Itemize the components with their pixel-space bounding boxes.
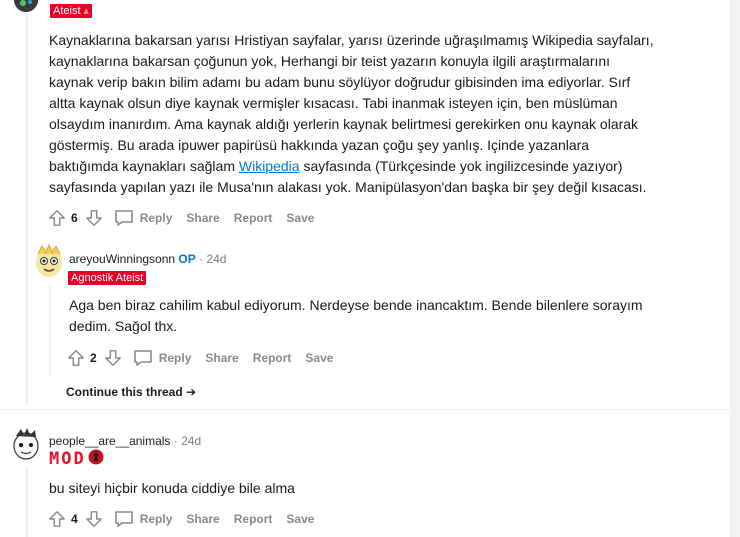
comment-age[interactable]: · 24d	[174, 434, 201, 448]
comment-header: people__are__animals · 24d	[49, 434, 201, 448]
downvote-icon[interactable]	[84, 208, 104, 228]
body-text-segment: sayfasında (Türkçesinde yok ingilizcesin…	[299, 158, 623, 174]
reply-button[interactable]: Reply	[114, 209, 173, 227]
vote-count: 6	[71, 211, 78, 225]
save-button[interactable]: Save	[286, 211, 314, 225]
scrollbar[interactable]	[730, 0, 740, 537]
divider	[0, 409, 730, 410]
arrow-right-icon: ➔	[186, 385, 197, 399]
report-button[interactable]: Report	[234, 211, 273, 225]
downvote-icon[interactable]	[103, 348, 123, 368]
downvote-icon[interactable]	[84, 509, 104, 529]
keyhole-icon	[88, 449, 104, 470]
body-line: göstermiş. Bu arada ipuwer papirüsü hakk…	[49, 137, 590, 153]
comment-body: Kaynaklarına bakarsan yarısı Hristiyan s…	[49, 30, 709, 198]
save-button[interactable]: Save	[286, 512, 314, 526]
report-button[interactable]: Report	[253, 351, 292, 365]
comment-body: Aga ben biraz cahilim kabul ediyorum. Ne…	[69, 295, 709, 337]
body-text-segment: baktığımda kaynakları sağlam	[49, 158, 239, 174]
reply-label: Reply	[139, 512, 173, 526]
report-button[interactable]: Report	[234, 512, 273, 526]
comment-actions: 4 Reply Share Report Save	[47, 509, 328, 529]
body-line: altta kaynak olsun diye kaynak vermişler…	[49, 95, 618, 111]
body-line: sayfasında yapılan yazı ile Musa'nın ala…	[49, 179, 647, 195]
reply-label: Reply	[158, 351, 192, 365]
mod-flair: MOD	[49, 449, 104, 470]
vote-count: 4	[71, 512, 78, 526]
body-line: kaynak verip bakın bilim adamı bu adam b…	[49, 74, 631, 90]
body-line: dedim. Sağol thx.	[69, 318, 178, 334]
reply-label: Reply	[139, 211, 173, 225]
username[interactable]: areyouWinningsonn	[69, 252, 175, 266]
share-button[interactable]: Share	[186, 211, 219, 225]
chevron-up-icon: ⩓	[83, 6, 89, 16]
avatar[interactable]	[11, 426, 41, 462]
body-line: kaynaklarına bakarsan çoğunun yok, Herha…	[49, 53, 611, 69]
reply-button[interactable]: Reply	[114, 510, 173, 528]
share-button[interactable]: Share	[205, 351, 238, 365]
comment-icon	[133, 350, 152, 366]
wikipedia-link[interactable]: Wikipedia	[239, 158, 300, 174]
avatar[interactable]	[33, 244, 65, 282]
avatar[interactable]	[14, 0, 38, 12]
thread-line-third[interactable]	[26, 468, 28, 537]
save-button[interactable]: Save	[305, 351, 333, 365]
thread-line-reply[interactable]	[49, 286, 51, 376]
body-line: olsaydım inanırdım. Ama kaynak aldığı ye…	[49, 116, 639, 132]
continue-thread-link[interactable]: Continue this thread ➔	[66, 385, 196, 399]
upvote-icon[interactable]	[47, 208, 67, 228]
thread-line-top[interactable]	[26, 14, 28, 404]
comment-body: bu siteyi hiçbir konuda ciddiye bile alm…	[49, 480, 295, 496]
mod-flair-text: MOD	[49, 449, 86, 469]
comment-age[interactable]: · 24d	[199, 252, 226, 266]
upvote-icon[interactable]	[66, 348, 86, 368]
reply-button[interactable]: Reply	[133, 349, 192, 367]
vote-count: 2	[90, 351, 97, 365]
comment-header: areyouWinningsonn OP · 24d	[69, 252, 226, 266]
body-line: Kaynaklarına bakarsan yarısı Hristiyan s…	[49, 32, 654, 48]
user-flair: Ateist ⩓	[50, 4, 92, 18]
body-line: baktığımda kaynakları sağlam Wikipedia s…	[49, 156, 709, 177]
upvote-icon[interactable]	[47, 509, 67, 529]
flair-text: Ateist	[53, 5, 81, 17]
body-line: Aga ben biraz cahilim kabul ediyorum. Ne…	[69, 297, 643, 313]
continue-thread-label: Continue this thread	[66, 385, 183, 399]
user-flair: Agnostik Ateist	[68, 271, 147, 285]
share-button[interactable]: Share	[186, 512, 219, 526]
username[interactable]: people__are__animals	[49, 434, 170, 448]
comment-icon	[114, 210, 133, 226]
op-badge: OP	[178, 252, 196, 266]
comment-icon	[114, 511, 133, 527]
comment-actions: 6 Reply Share Report Save	[47, 208, 328, 228]
comment-actions: 2 Reply Share Report Save	[66, 348, 347, 368]
